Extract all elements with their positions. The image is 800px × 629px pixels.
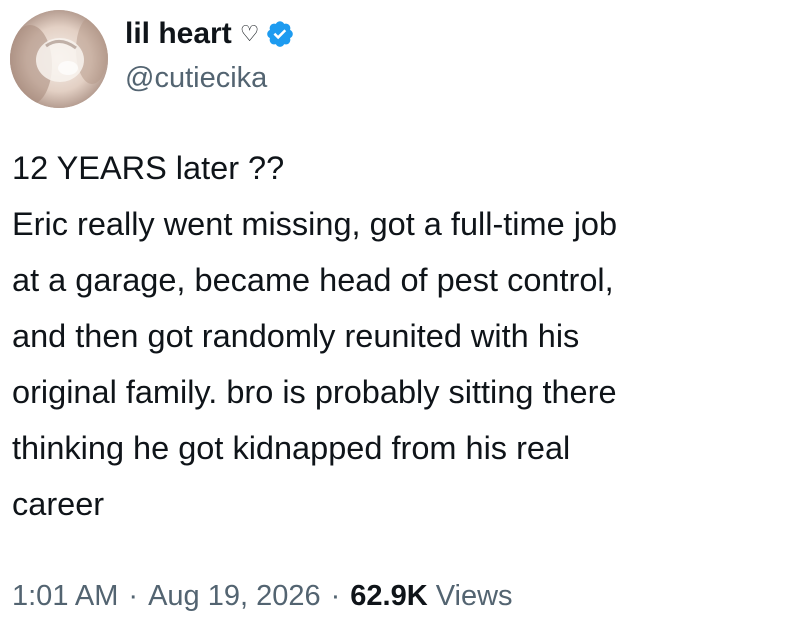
heart-outline-icon: ♡ bbox=[239, 21, 260, 46]
tweet-time[interactable]: 1:01 AM bbox=[12, 580, 118, 613]
avatar-photo bbox=[10, 10, 108, 108]
user-handle[interactable]: @cutiecika bbox=[125, 62, 295, 95]
views-label: Views bbox=[435, 580, 513, 612]
verified-badge-icon[interactable] bbox=[265, 19, 295, 49]
name-row: lil heart ♡ bbox=[125, 14, 295, 54]
views-count[interactable]: 62.9K bbox=[350, 580, 427, 613]
display-name[interactable]: lil heart bbox=[125, 17, 232, 51]
tweet-date[interactable]: Aug 19, 2026 bbox=[148, 580, 321, 613]
user-info: lil heart ♡ @cutiecika bbox=[125, 14, 295, 95]
tweet-meta: 1:01 AM · Aug 19, 2026 · 62.9K Views bbox=[12, 580, 513, 613]
avatar[interactable] bbox=[10, 10, 108, 108]
meta-separator: · bbox=[330, 580, 341, 612]
meta-separator: · bbox=[128, 580, 139, 612]
tweet-card: lil heart ♡ @cutiecika 12 YEARS later ??… bbox=[0, 0, 800, 629]
tweet-text: 12 YEARS later ?? Eric really went missi… bbox=[12, 150, 618, 522]
